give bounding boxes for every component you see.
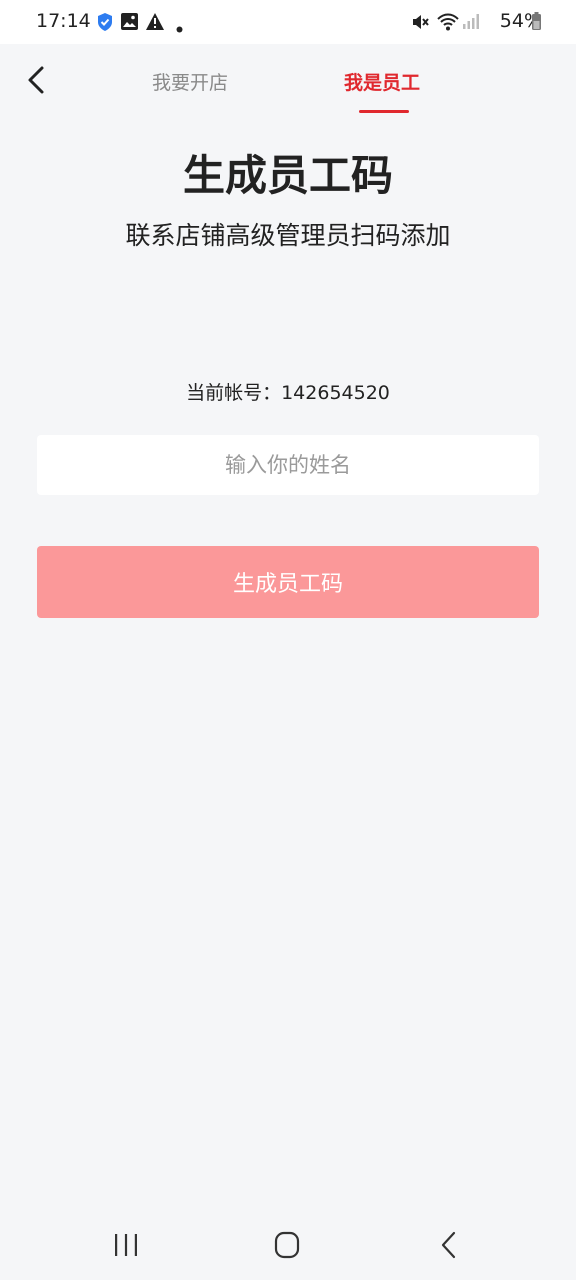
recent-apps-icon: [115, 1234, 137, 1256]
nav-back-button[interactable]: [428, 1230, 468, 1260]
image-icon: [120, 12, 139, 35]
header: 我要开店 我是员工: [0, 44, 576, 120]
page-subtitle: 联系店铺高级管理员扫码添加: [125, 221, 451, 250]
generate-code-button[interactable]: 生成员工码: [37, 546, 539, 618]
tab-open-store[interactable]: 我要开店: [152, 68, 228, 95]
status-time: 17:14: [36, 10, 91, 32]
home-button[interactable]: [267, 1230, 307, 1260]
chevron-left-icon: [28, 66, 44, 94]
warning-icon: [145, 12, 165, 35]
name-input[interactable]: [37, 435, 539, 495]
back-button[interactable]: [22, 62, 52, 98]
shield-check-icon: [96, 12, 114, 36]
screen: 17:14 54% 我要开店 我是员工 生成员工码 联系店铺高级管理员扫码添加 …: [0, 0, 576, 1280]
mute-icon: [410, 12, 430, 36]
page-title: 生成员工码: [182, 151, 393, 200]
home-icon: [274, 1231, 300, 1259]
recent-apps-button[interactable]: [106, 1230, 146, 1260]
tab-i-am-staff[interactable]: 我是员工: [344, 68, 420, 95]
current-account: 当前帐号：142654520: [186, 382, 390, 404]
wifi-icon: [436, 12, 460, 36]
nav-bar: [0, 1208, 576, 1280]
dot-icon: [176, 18, 183, 37]
status-bar: 17:14 54%: [0, 0, 576, 44]
signal-icon: [462, 12, 480, 34]
tab-indicator: [359, 110, 409, 113]
back-icon: [441, 1231, 456, 1259]
battery-icon: [531, 12, 542, 35]
